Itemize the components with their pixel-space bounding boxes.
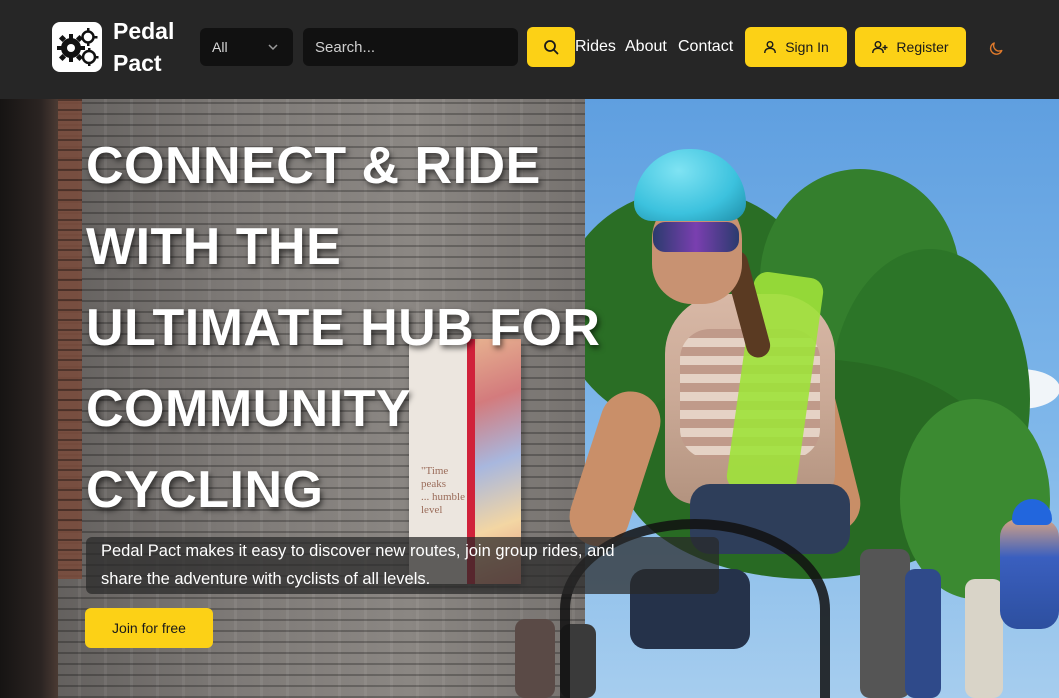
join-for-free-button[interactable]: Join for free bbox=[85, 608, 213, 648]
category-select[interactable]: All bbox=[200, 28, 293, 66]
search-icon bbox=[544, 40, 559, 55]
brand-line-1: Pedal bbox=[113, 18, 175, 44]
search-input[interactable] bbox=[303, 28, 518, 66]
brand-name[interactable]: Pedal Pact bbox=[113, 15, 174, 79]
hero-title-line: ULTIMATE HUB FOR bbox=[86, 299, 601, 357]
search-button[interactable] bbox=[527, 27, 575, 67]
chevron-down-icon bbox=[268, 44, 278, 51]
brand-line-2: Pact bbox=[113, 50, 162, 76]
user-plus-icon bbox=[872, 41, 888, 54]
theme-toggle[interactable] bbox=[986, 37, 1008, 59]
hero-subtitle-line-1: Pedal Pact makes it easy to discover new… bbox=[101, 542, 615, 560]
nav-link-rides[interactable]: Rides bbox=[575, 36, 616, 58]
sign-in-label: Sign In bbox=[785, 39, 829, 55]
hero-title-line: WITH THE bbox=[86, 218, 342, 276]
register-label: Register bbox=[896, 39, 949, 55]
logo[interactable] bbox=[52, 22, 102, 72]
hero-title-line: CONNECT & RIDE bbox=[86, 137, 541, 195]
gears-icon bbox=[57, 28, 99, 66]
register-button[interactable]: Register bbox=[855, 27, 966, 67]
hero-title-line: COMMUNITY bbox=[86, 380, 412, 438]
hero-title: CONNECT & RIDE WITH THE ULTIMATE HUB FOR… bbox=[86, 126, 626, 531]
sign-in-button[interactable]: Sign In bbox=[745, 27, 847, 67]
nav-link-contact[interactable]: Contact bbox=[678, 36, 733, 58]
hero-subtitle: Pedal Pact makes it easy to discover new… bbox=[86, 537, 719, 594]
nav-link-about[interactable]: About bbox=[625, 36, 667, 58]
category-select-value: All bbox=[212, 39, 228, 55]
moon-icon bbox=[989, 42, 1003, 55]
hero-title-line: CYCLING bbox=[86, 461, 324, 519]
top-navbar: Pedal Pact All Rides About Contact Sign … bbox=[0, 0, 1059, 99]
hero-subtitle-line-2: share the adventure with cyclists of all… bbox=[101, 570, 431, 588]
user-icon bbox=[764, 41, 777, 54]
